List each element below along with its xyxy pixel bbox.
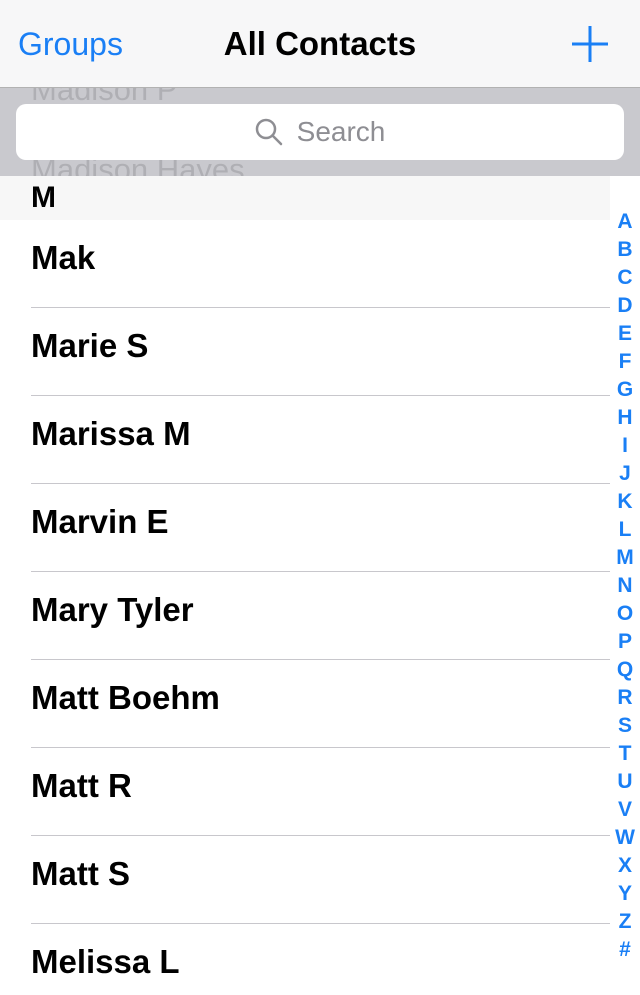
index-letter-p[interactable]: P: [610, 628, 640, 656]
contact-row[interactable]: Matt Boehm: [0, 660, 610, 748]
contact-row[interactable]: Matt S: [0, 836, 610, 924]
contacts-screen: Groups All Contacts Madison P Madison Ha…: [0, 0, 640, 995]
index-letter-f[interactable]: F: [610, 348, 640, 376]
contact-name: Marvin E: [31, 503, 169, 540]
contact-name: Matt Boehm: [31, 679, 220, 716]
index-letter-r[interactable]: R: [610, 684, 640, 712]
index-letter-x[interactable]: X: [610, 852, 640, 880]
index-letter-q[interactable]: Q: [610, 656, 640, 684]
search-bar-container: Madison P Madison Hayes Search: [0, 88, 640, 176]
index-letter-b[interactable]: B: [610, 236, 640, 264]
index-letter-i[interactable]: I: [610, 432, 640, 460]
contact-name: Mak: [31, 239, 96, 276]
index-letter-j[interactable]: J: [610, 460, 640, 488]
section-header: M: [0, 176, 610, 220]
index-letter-v[interactable]: V: [610, 796, 640, 824]
search-placeholder: Search: [296, 116, 386, 147]
index-letter-z[interactable]: Z: [610, 908, 640, 936]
index-letter-o[interactable]: O: [610, 600, 640, 628]
navigation-bar: Groups All Contacts: [0, 0, 640, 88]
contact-list: Mak Marie S Marissa M Marvin E Mary Tyle…: [0, 220, 610, 995]
contact-name: Marissa M: [31, 415, 191, 452]
index-letter-u[interactable]: U: [610, 768, 640, 796]
contact-row[interactable]: Mak: [0, 220, 610, 308]
index-letter-k[interactable]: K: [610, 488, 640, 516]
index-letter-c[interactable]: C: [610, 264, 640, 292]
index-letter-e[interactable]: E: [610, 320, 640, 348]
plus-icon[interactable]: [570, 24, 610, 64]
index-letter-g[interactable]: G: [610, 376, 640, 404]
contact-name: Matt R: [31, 767, 132, 804]
index-letter-l[interactable]: L: [610, 516, 640, 544]
index-letter-y[interactable]: Y: [610, 880, 640, 908]
section-header-letter: M: [31, 181, 56, 214]
contact-name: Matt S: [31, 855, 130, 892]
contact-name: Melissa L: [31, 943, 180, 980]
contact-row[interactable]: Mary Tyler: [0, 572, 610, 660]
index-letter-w[interactable]: W: [610, 824, 640, 852]
contact-row[interactable]: Marissa M: [0, 396, 610, 484]
index-letter-d[interactable]: D: [610, 292, 640, 320]
contact-row[interactable]: Marie S: [0, 308, 610, 396]
index-letter-h[interactable]: H: [610, 404, 640, 432]
contact-row[interactable]: Matt R: [0, 748, 610, 836]
contact-name: Marie S: [31, 327, 149, 364]
page-title: All Contacts: [223, 25, 417, 62]
index-letter-n[interactable]: N: [610, 572, 640, 600]
index-letter-m[interactable]: M: [610, 544, 640, 572]
index-letter-hash[interactable]: #: [610, 936, 640, 964]
contact-row[interactable]: Marvin E: [0, 484, 610, 572]
section-index-bar[interactable]: A B C D E F G H I J K L M N O P Q R S T …: [610, 208, 640, 968]
index-letter-s[interactable]: S: [610, 712, 640, 740]
index-letter-t[interactable]: T: [610, 740, 640, 768]
magnifier-icon: [255, 118, 283, 146]
contact-row[interactable]: Melissa L: [0, 924, 610, 995]
index-letter-a[interactable]: A: [610, 208, 640, 236]
search-input[interactable]: Search: [16, 104, 624, 160]
contact-name: Mary Tyler: [31, 591, 194, 628]
